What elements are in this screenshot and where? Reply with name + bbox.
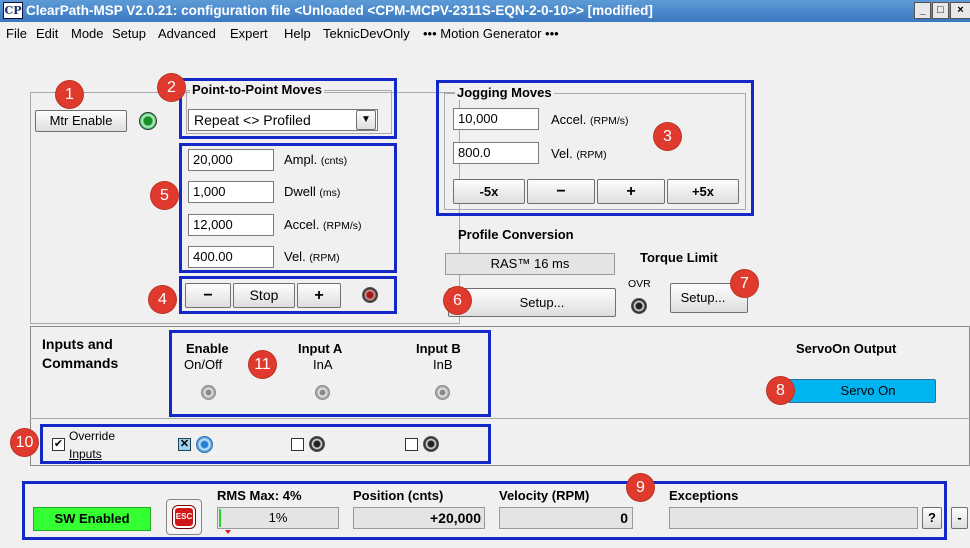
window-title: ClearPath-MSP V2.0.21: configuration fil… — [26, 3, 653, 18]
jog-vel-label: Vel. (RPM) — [551, 146, 607, 161]
menu-file[interactable]: File — [6, 26, 27, 41]
badge-8: 8 — [767, 377, 794, 404]
menu-advanced[interactable]: Advanced — [158, 26, 216, 41]
close-button[interactable]: × — [950, 2, 970, 19]
status-minimize-button[interactable]: - — [951, 507, 968, 529]
p2p-minus-button[interactable]: − — [185, 283, 231, 308]
menu-expert[interactable]: Expert — [230, 26, 268, 41]
position-label: Position (cnts) — [353, 488, 444, 503]
profile-setup-button[interactable]: Setup... — [448, 288, 616, 317]
badge-9: 9 — [627, 474, 654, 501]
jog-accel-input[interactable]: 10,000 — [453, 108, 539, 130]
p2p-accel-label: Accel. (RPM/s) — [284, 217, 362, 232]
chevron-down-icon[interactable]: ▼ — [356, 110, 376, 130]
profile-conversion-readout: RAS™ 16 ms — [445, 253, 615, 275]
rms-bar-fill — [219, 509, 221, 527]
p2p-plus-button[interactable]: + — [297, 283, 341, 308]
maximize-button[interactable]: □ — [932, 2, 949, 19]
rms-marker-icon — [225, 530, 231, 534]
minimize-button[interactable]: _ — [914, 2, 931, 19]
p2p-vel-input[interactable]: 400.00 — [188, 246, 274, 268]
badge-10: 10 — [11, 429, 38, 456]
servo-on-output-title: ServoOn Output — [796, 341, 897, 356]
torque-limit-title: Torque Limit — [640, 250, 718, 265]
override-input-b-led[interactable] — [423, 436, 439, 452]
override-label-line2: Inputs — [69, 447, 102, 461]
dwell-label: Dwell (ms) — [284, 184, 341, 199]
menu-bar: File Edit Mode Setup Advanced Expert Hel… — [0, 22, 970, 44]
menu-edit[interactable]: Edit — [36, 26, 58, 41]
override-label-line1: Override — [69, 429, 116, 443]
input-a-led — [315, 385, 330, 400]
p2p-status-led — [362, 287, 378, 303]
jog-minus5x-button[interactable]: -5x — [453, 179, 525, 204]
mtr-enable-button[interactable]: Mtr Enable — [35, 110, 127, 132]
badge-5: 5 — [151, 182, 178, 209]
badge-11: 11 — [249, 351, 276, 378]
badge-7: 7 — [731, 270, 758, 297]
menu-teknicdevonly[interactable]: TeknicDevOnly — [323, 26, 410, 41]
input-a-sub: InA — [313, 357, 333, 372]
menu-help[interactable]: Help — [284, 26, 311, 41]
p2p-vel-label: Vel. (RPM) — [284, 249, 340, 264]
velocity-label: Velocity (RPM) — [499, 488, 590, 503]
dwell-input[interactable]: 1,000 — [188, 181, 274, 203]
p2p-title: Point-to-Point Moves — [190, 82, 324, 97]
p2p-accel-input[interactable]: 12,000 — [188, 214, 274, 236]
servo-on-button[interactable]: Servo On — [788, 379, 936, 403]
input-b-sub: InB — [433, 357, 453, 372]
input-a-title: Input A — [298, 341, 343, 356]
title-bar: CP ClearPath-MSP V2.0.21: configuration … — [0, 0, 970, 22]
badge-1: 1 — [56, 81, 83, 108]
position-readout: +20,000 — [353, 507, 485, 529]
badge-4: 4 — [149, 286, 176, 313]
menu-motion-generator[interactable]: ••• Motion Generator ••• — [423, 26, 559, 41]
rms-max-label: RMS Max: 4% — [217, 488, 302, 503]
override-enable-checkbox[interactable]: ✕ — [178, 438, 191, 451]
input-b-title: Input B — [416, 341, 461, 356]
p2p-mode-select[interactable]: Repeat <> Profiled — [188, 109, 378, 131]
input-b-led — [435, 385, 450, 400]
override-input-a-checkbox[interactable] — [291, 438, 304, 451]
sw-enabled-indicator: SW Enabled — [33, 507, 151, 531]
exceptions-readout — [669, 507, 918, 529]
help-button[interactable]: ? — [922, 507, 942, 529]
inputs-title-line2: Commands — [42, 355, 119, 371]
velocity-readout: 0 — [499, 507, 633, 529]
enable-sub: On/Off — [184, 357, 223, 372]
ovr-led — [631, 298, 647, 314]
jog-plus-button[interactable]: + — [597, 179, 665, 204]
override-inputs-checkbox[interactable]: ✔ — [52, 438, 65, 451]
esc-stop-button-frame[interactable]: ESC — [166, 499, 202, 535]
override-input-a-led[interactable] — [309, 436, 325, 452]
enable-input-led — [201, 385, 216, 400]
jog-minus-button[interactable]: − — [527, 179, 595, 204]
inputs-title-line1: Inputs and — [42, 336, 113, 352]
esc-stop-icon[interactable]: ESC — [172, 505, 196, 529]
app-logo: CP — [3, 2, 23, 19]
motor-enabled-led — [139, 112, 157, 130]
rms-value: 1% — [268, 510, 288, 525]
override-enable-led[interactable] — [196, 436, 213, 453]
exceptions-label: Exceptions — [669, 488, 739, 503]
ampl-input[interactable]: 20,000 — [188, 149, 274, 171]
jog-vel-input[interactable]: 800.0 — [453, 142, 539, 164]
override-input-b-checkbox[interactable] — [405, 438, 418, 451]
rms-readout: 1% — [217, 507, 339, 529]
badge-2: 2 — [158, 74, 185, 101]
inputs-divider — [30, 418, 970, 419]
jogging-title: Jogging Moves — [455, 85, 554, 100]
jog-accel-label: Accel. (RPM/s) — [551, 112, 629, 127]
ampl-label: Ampl. (cnts) — [284, 152, 348, 167]
ovr-label: OVR — [628, 278, 651, 290]
menu-setup[interactable]: Setup — [112, 26, 146, 41]
jog-plus5x-button[interactable]: +5x — [667, 179, 739, 204]
p2p-stop-button[interactable]: Stop — [233, 283, 295, 308]
enable-title: Enable — [186, 341, 229, 356]
badge-6: 6 — [444, 287, 471, 314]
profile-conversion-title: Profile Conversion — [458, 227, 574, 242]
badge-3: 3 — [654, 123, 681, 150]
menu-mode[interactable]: Mode — [71, 26, 104, 41]
